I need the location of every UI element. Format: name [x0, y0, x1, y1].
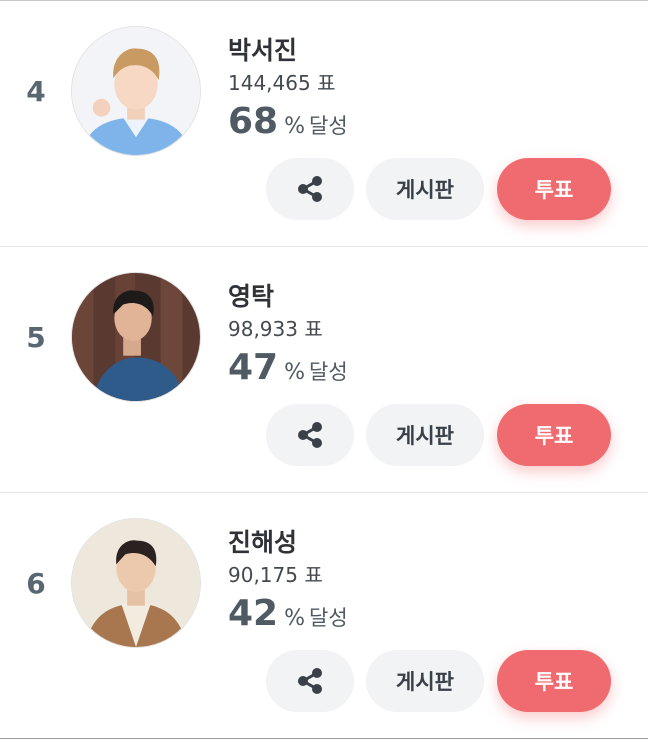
- achievement-label: 달성: [309, 606, 348, 630]
- ranking-row: 6 진해성 90,175 표 42 % 달성 게시판 투표: [0, 493, 648, 739]
- achievement-label: 달성: [309, 114, 348, 138]
- ranking-list: 4 박서진 144,465 표 68 % 달성 게시판 투표 5 영탁 98,9…: [0, 0, 648, 742]
- rank-number: 5: [26, 321, 46, 354]
- board-button[interactable]: 게시판: [366, 650, 484, 712]
- candidate-name: 진해성: [228, 528, 298, 557]
- avatar[interactable]: [71, 26, 201, 156]
- share-icon: [298, 422, 322, 448]
- vote-button[interactable]: 투표: [497, 404, 611, 466]
- ranking-row: 5 영탁 98,933 표 47 % 달성 게시판 투표: [0, 247, 648, 493]
- share-button[interactable]: [266, 404, 354, 466]
- board-button[interactable]: 게시판: [366, 158, 484, 220]
- percent-sign: %: [284, 606, 306, 631]
- avatar-photo: [72, 27, 200, 155]
- rank-number: 6: [26, 567, 46, 600]
- rank-number: 4: [26, 75, 46, 108]
- achievement-label: 달성: [309, 360, 348, 384]
- vote-button[interactable]: 투표: [497, 158, 611, 220]
- avatar[interactable]: [71, 518, 201, 648]
- avatar[interactable]: [71, 272, 201, 402]
- percent-sign: %: [284, 114, 306, 139]
- avatar-photo: [72, 273, 200, 401]
- achievement-percent: 68: [228, 101, 279, 142]
- share-icon: [298, 668, 322, 694]
- avatar-photo: [72, 519, 200, 647]
- percent-sign: %: [284, 360, 306, 385]
- achievement-percent: 47: [228, 347, 279, 388]
- vote-button[interactable]: 투표: [497, 650, 611, 712]
- share-button[interactable]: [266, 650, 354, 712]
- vote-count: 144,465 표: [228, 71, 336, 95]
- achievement: 42 % 달성: [228, 593, 348, 634]
- board-button[interactable]: 게시판: [366, 404, 484, 466]
- achievement: 68 % 달성: [228, 101, 348, 142]
- vote-count: 90,175 표: [228, 563, 323, 587]
- share-icon: [298, 176, 322, 202]
- achievement: 47 % 달성: [228, 347, 348, 388]
- candidate-name: 영탁: [228, 282, 275, 311]
- candidate-name: 박서진: [228, 36, 298, 65]
- ranking-row: 4 박서진 144,465 표 68 % 달성 게시판 투표: [0, 1, 648, 247]
- achievement-percent: 42: [228, 593, 279, 634]
- share-button[interactable]: [266, 158, 354, 220]
- vote-count: 98,933 표: [228, 317, 323, 341]
